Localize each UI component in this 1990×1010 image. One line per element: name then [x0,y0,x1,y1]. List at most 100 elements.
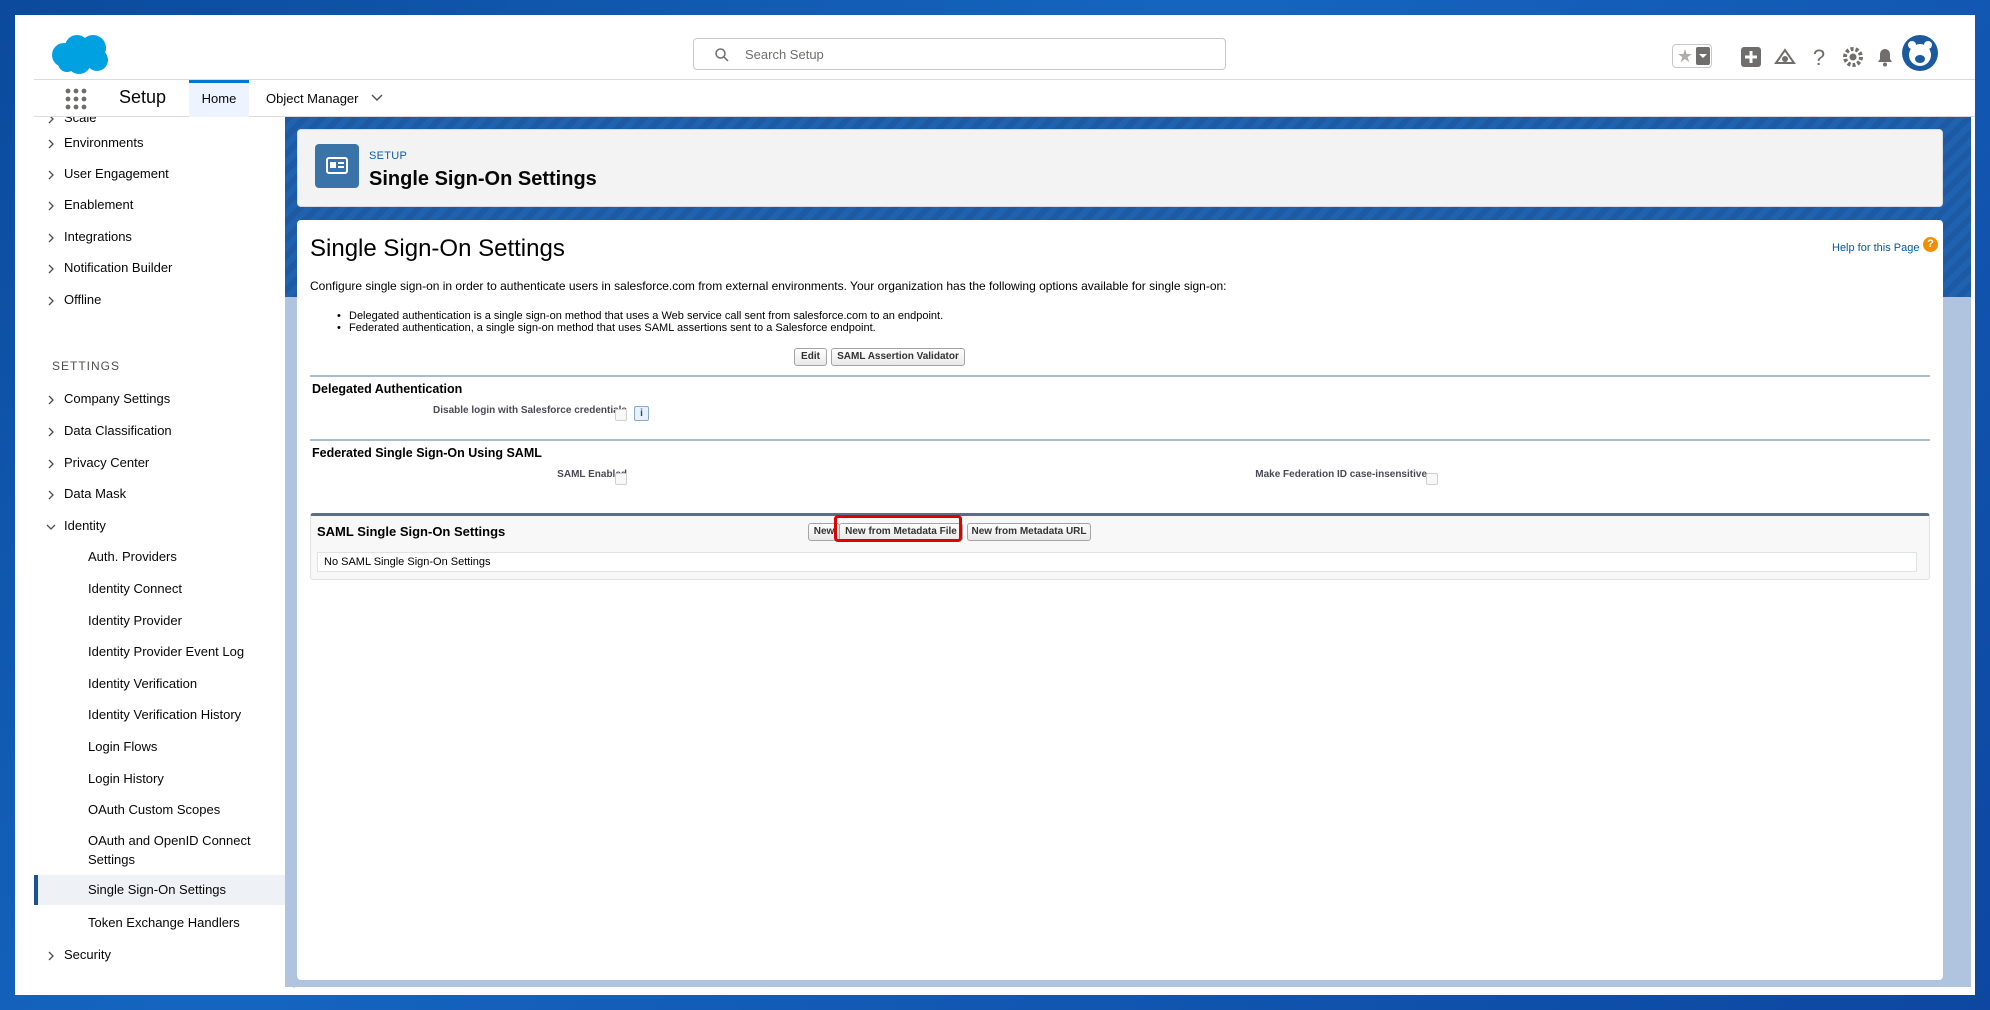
saml-sso-settings-section: SAML Single Sign-On Settings New New fro… [310,513,1930,580]
bell-icon[interactable] [1873,45,1897,69]
help-question-icon[interactable]: ? [1923,237,1938,252]
chevron-down-icon [1699,54,1707,58]
sidebar-item-label: Enablement [64,197,134,212]
federation-id-label: Make Federation ID case-insensitive [1255,469,1427,480]
add-icon[interactable] [1739,45,1763,69]
sidebar-item-oauth-openid-connect-settings[interactable]: OAuth and OpenID Connect Settings [34,827,286,871]
sidebar-item-oauth-custom-scopes[interactable]: OAuth Custom Scopes [34,797,286,823]
saml-enabled-label: SAML Enabled [557,469,627,480]
search-input[interactable]: Search Setup [693,38,1226,70]
chevron-right-icon [48,170,54,180]
sidebar-item-label: Identity [64,518,106,533]
favorites-button[interactable]: ★ [1672,44,1712,68]
sidebar-item-notification-builder[interactable]: Notification Builder [34,255,286,281]
chevron-right-icon [48,201,54,211]
sidebar-item-label: Offline [64,292,102,307]
sidebar-section-settings: SETTINGS [52,359,121,373]
app-nav-bar: Setup Home Object Manager [34,79,1975,117]
bullet-delegated: Delegated authentication is a single sig… [337,310,943,322]
sidebar-item-label: Data Classification [64,423,172,438]
sidebar-item-identity[interactable]: Identity [34,513,286,539]
sidebar-item-data-mask[interactable]: Data Mask [34,481,286,507]
sidebar-item-label: Login Flows [88,739,158,754]
sidebar-item-label: Identity Provider [88,613,182,628]
chevron-down-icon[interactable] [371,94,383,102]
chevron-down-icon [46,524,56,530]
sidebar-item-privacy-center[interactable]: Privacy Center [34,450,286,476]
sidebar-item-label: Notification Builder [64,260,173,275]
gear-icon[interactable] [1841,45,1865,69]
sidebar-item-label: Token Exchange Handlers [88,915,240,930]
search-placeholder: Search Setup [745,47,824,62]
new-from-metadata-url-button[interactable]: New from Metadata URL [967,523,1091,541]
sidebar-item-auth-providers[interactable]: Auth. Providers [34,544,286,570]
content-panel: Single Sign-On Settings Help for this Pa… [297,220,1943,980]
saml-assertion-validator-button[interactable]: SAML Assertion Validator [831,348,965,366]
chevron-right-icon [48,395,54,405]
delegated-auth-title: Delegated Authentication [312,382,463,396]
sidebar-item-single-sign-on-settings[interactable]: Single Sign-On Settings [34,875,286,905]
sidebar-item-label: Auth. Providers [88,549,177,564]
highlight-box [834,515,962,542]
info-icon[interactable]: i [634,406,649,421]
sidebar-item-label: Identity Connect [88,581,182,596]
sidebar-item-integrations[interactable]: Integrations [34,224,286,250]
description-text: Configure single sign-on in order to aut… [310,279,1227,293]
sidebar-item-identity-provider-event-log[interactable]: Identity Provider Event Log [34,639,286,665]
page-title: Single Sign-On Settings [369,168,597,190]
breadcrumb[interactable]: SETUP [369,150,407,162]
sidebar-item-scale[interactable]: Scale [34,117,286,131]
star-icon: ★ [1676,46,1694,66]
chevron-right-icon [48,427,54,437]
saml-sso-settings-title: SAML Single Sign-On Settings [317,524,506,539]
sidebar-item-environments[interactable]: Environments [34,130,286,156]
sidebar-item-login-flows[interactable]: Login Flows [34,734,286,760]
sidebar-item-security[interactable]: Security [34,942,286,968]
search-icon [715,48,729,62]
sidebar-item-data-classification[interactable]: Data Classification [34,418,286,444]
avatar[interactable] [1902,35,1938,71]
sidebar-item-label: OAuth and OpenID Connect Settings [88,833,251,867]
setup-sidebar: Scale Environments User Engagement Enabl… [34,117,301,995]
saml-empty-message: No SAML Single Sign-On Settings [324,556,491,568]
identity-card-icon [315,144,359,188]
disable-login-label: Disable login with Salesforce credential… [433,405,627,416]
sidebar-item-token-exchange-handlers[interactable]: Token Exchange Handlers [34,910,286,936]
help-link[interactable]: Help for this Page [1832,242,1919,254]
edit-button[interactable]: Edit [794,348,827,366]
app-name: Setup [119,87,167,107]
sidebar-item-identity-verification[interactable]: Identity Verification [34,671,286,697]
chevron-right-icon [48,951,54,961]
chevron-right-icon [48,139,54,149]
sidebar-item-identity-connect[interactable]: Identity Connect [34,576,286,602]
chevron-right-icon [48,296,54,306]
sidebar-item-label: Privacy Center [64,455,150,470]
chevron-right-icon [48,264,54,274]
sidebar-item-label: Integrations [64,229,132,244]
sidebar-item-login-history[interactable]: Login History [34,766,286,792]
page-header: SETUP Single Sign-On Settings [297,129,1943,207]
tab-home[interactable]: Home [189,80,249,117]
tab-object-manager[interactable]: Object Manager [266,80,386,117]
bullet-federated: Federated authentication, a single sign-… [337,322,876,334]
sidebar-item-label: Identity Verification History [88,707,242,722]
federation-id-checkbox [1426,473,1438,485]
federated-sso-title: Federated Single Sign-On Using SAML [312,446,542,460]
chevron-right-icon [48,117,54,124]
sidebar-item-label: Security [64,947,111,962]
sidebar-item-enablement[interactable]: Enablement [34,192,286,218]
sidebar-item-user-engagement[interactable]: User Engagement [34,161,286,187]
sidebar-item-identity-provider[interactable]: Identity Provider [34,608,286,634]
sidebar-item-company-settings[interactable]: Company Settings [34,386,286,412]
salesforce-cloud-icon[interactable] [49,33,111,75]
disable-login-checkbox [615,409,627,421]
main-content-area: SETUP Single Sign-On Settings Single Sig… [285,117,1971,987]
sidebar-item-identity-verification-history[interactable]: Identity Verification History [34,702,286,728]
app-launcher-icon[interactable] [65,88,87,110]
favorites-dropdown[interactable] [1696,47,1710,65]
sidebar-item-offline[interactable]: Offline [34,287,286,313]
help-icon[interactable]: ? [1807,45,1831,69]
sidebar-item-label: OAuth Custom Scopes [88,802,221,817]
browser-window: Search Setup ★ ? Setup Home Object Manag… [15,15,1975,995]
trailhead-icon[interactable] [1773,45,1797,69]
